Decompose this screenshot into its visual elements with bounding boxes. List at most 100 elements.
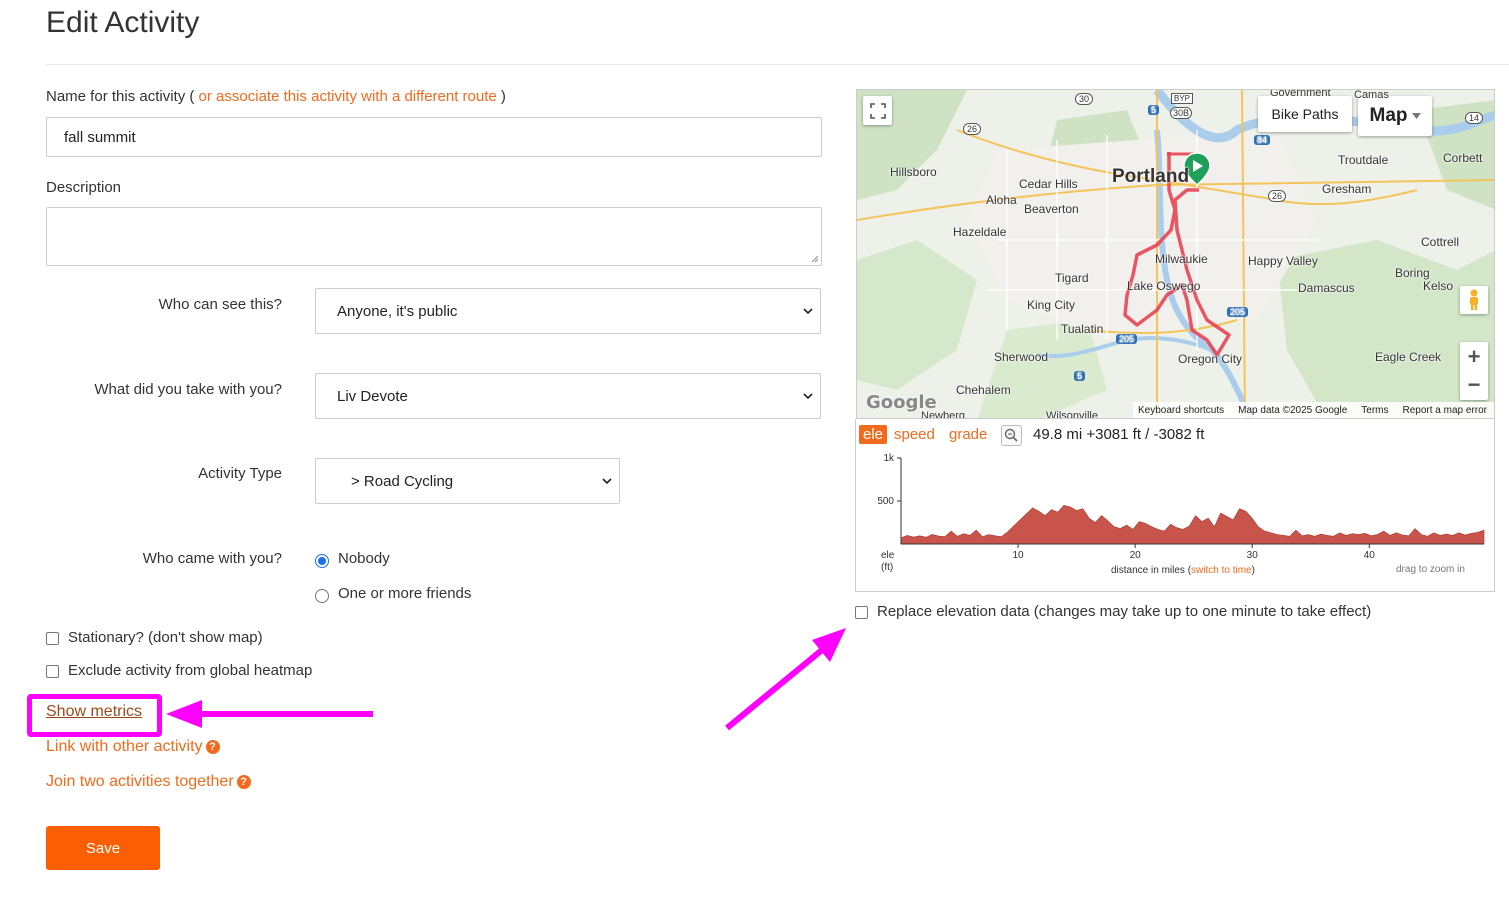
y-axis-label: ele bbox=[881, 550, 895, 561]
highway-shield-30b: 30B bbox=[1170, 107, 1193, 119]
map-data-credit: Map data ©2025 Google bbox=[1238, 404, 1348, 416]
map-label-troutdale: Troutdale bbox=[1338, 153, 1389, 167]
arrow-to-show-metrics bbox=[166, 700, 373, 728]
companions-label: Who came with you? bbox=[142, 550, 282, 567]
link-activity-link[interactable]: Link with other activity? bbox=[46, 738, 220, 756]
resize-handle-icon[interactable] bbox=[810, 254, 819, 263]
pegman-icon bbox=[1470, 289, 1478, 310]
y-tick-label: 500 bbox=[877, 496, 894, 507]
join-activities-link[interactable]: Join two activities together? bbox=[46, 773, 251, 791]
bike-paths-button[interactable]: Bike Paths bbox=[1258, 96, 1352, 132]
stationary-checkbox[interactable] bbox=[46, 632, 59, 645]
arrow-to-replace-elevation bbox=[725, 628, 846, 731]
highway-shield-byp: BYP bbox=[1171, 93, 1194, 104]
x-axis-label: distance in miles (switch to time) bbox=[1111, 565, 1255, 576]
tab-ele[interactable]: ele bbox=[859, 425, 888, 444]
stationary-label: Stationary? (don't show map) bbox=[68, 629, 263, 646]
visibility-select[interactable]: Anyone, it's public bbox=[315, 288, 821, 334]
map-label-hillsboro: Hillsboro bbox=[890, 165, 937, 179]
map-label-eagle-creek: Eagle Creek bbox=[1375, 350, 1442, 364]
show-metrics-link[interactable]: Show metrics bbox=[46, 703, 142, 721]
gear-select[interactable]: Liv Devote bbox=[315, 373, 821, 419]
highway-shield-14: 14 bbox=[1465, 112, 1484, 124]
dropdown-triangle-icon bbox=[1411, 113, 1421, 119]
zoom-reset-button[interactable] bbox=[1001, 425, 1022, 446]
map-label-aloha: Aloha bbox=[986, 193, 1017, 207]
map-label-cottrell: Cottrell bbox=[1421, 235, 1460, 249]
interstate-shield-84: 84 bbox=[1254, 135, 1271, 145]
map-label-gresham: Gresham bbox=[1322, 182, 1372, 196]
activity-type-label: Activity Type bbox=[198, 465, 282, 482]
map-label-tualatin: Tualatin bbox=[1061, 322, 1104, 336]
report-map-error-link[interactable]: Report a map error bbox=[1403, 405, 1487, 416]
companions-friends-radio[interactable] bbox=[315, 589, 329, 603]
tab-grade[interactable]: grade bbox=[949, 426, 987, 443]
exclude-heatmap-label: Exclude activity from global heatmap bbox=[68, 662, 313, 679]
chevron-down-icon bbox=[803, 308, 813, 315]
chevron-down-icon bbox=[803, 393, 813, 400]
map-label-wilsonville: Wilsonville bbox=[1046, 410, 1098, 419]
google-logo: Google bbox=[866, 392, 937, 413]
map-label-beaverton: Beaverton bbox=[1024, 202, 1079, 216]
help-icon[interactable]: ? bbox=[205, 740, 220, 754]
fullscreen-button[interactable] bbox=[863, 96, 892, 125]
map-label-cedar-hills: Cedar Hills bbox=[1019, 177, 1078, 191]
switch-to-time-link[interactable]: switch to time bbox=[1191, 565, 1252, 576]
map-label-hazeldale: Hazeldale bbox=[953, 225, 1007, 239]
map-label-sherwood: Sherwood bbox=[994, 350, 1049, 364]
map-label-camas: Camas bbox=[1354, 89, 1389, 101]
map-label-king-city: King City bbox=[1027, 298, 1076, 312]
interstate-shield-5: 5 bbox=[1148, 105, 1160, 115]
zoom-in-button[interactable]: + bbox=[1468, 345, 1481, 369]
description-label: Description bbox=[46, 179, 122, 196]
x-tick-label: 40 bbox=[1364, 550, 1376, 561]
exclude-heatmap-checkbox[interactable] bbox=[46, 665, 59, 678]
activity-type-select[interactable]: > Road Cycling bbox=[315, 458, 620, 504]
keyboard-shortcuts-link[interactable]: Keyboard shortcuts bbox=[1138, 405, 1224, 416]
interstate-shield-205-west: 205 bbox=[1116, 334, 1138, 344]
save-button[interactable]: Save bbox=[46, 826, 160, 870]
name-label: Name for this activity ( or associate th… bbox=[46, 88, 506, 105]
activity-name-input[interactable]: fall summit bbox=[46, 117, 822, 157]
map-label-oregon-city: Oregon City bbox=[1178, 352, 1243, 366]
description-textarea[interactable] bbox=[46, 207, 822, 266]
interstate-shield-5-south: 5 bbox=[1074, 371, 1086, 381]
y-tick-label: 1k bbox=[883, 453, 895, 464]
associate-route-link[interactable]: or associate this activity with a differ… bbox=[199, 88, 497, 105]
replace-elevation-label: Replace elevation data (changes may take… bbox=[877, 603, 1372, 620]
map-label-corbett: Corbett bbox=[1443, 151, 1483, 165]
map-label-happy-valley: Happy Valley bbox=[1248, 254, 1318, 268]
x-tick-label: 30 bbox=[1247, 550, 1259, 561]
elevation-profile-area bbox=[900, 504, 1485, 545]
terms-link[interactable]: Terms bbox=[1361, 405, 1388, 416]
map-label-boring: Boring bbox=[1395, 266, 1430, 280]
map-label-tigard: Tigard bbox=[1055, 271, 1089, 285]
street-view-pegman[interactable] bbox=[1460, 286, 1488, 314]
companions-nobody-radio[interactable] bbox=[315, 554, 329, 568]
help-icon[interactable]: ? bbox=[236, 775, 251, 789]
map-type-button[interactable]: Map bbox=[1358, 96, 1432, 136]
tab-speed[interactable]: speed bbox=[894, 426, 935, 443]
companions-friends-label: One or more friends bbox=[338, 585, 472, 602]
zoom-controls: + − bbox=[1460, 342, 1488, 400]
x-tick-label: 20 bbox=[1130, 550, 1142, 561]
magnifier-icon bbox=[1004, 428, 1018, 442]
route-map[interactable]: Bike Paths Map + − Portland Hillsboro Ce… bbox=[856, 89, 1495, 419]
map-label-chehalem: Chehalem bbox=[956, 383, 1011, 397]
map-label-kelso: Kelso bbox=[1423, 279, 1454, 293]
zoom-out-button[interactable]: − bbox=[1468, 373, 1481, 397]
chevron-down-icon bbox=[602, 478, 612, 485]
highway-shield-26: 26 bbox=[963, 123, 982, 135]
highway-shield-26-east: 26 bbox=[1268, 190, 1287, 202]
replace-elevation-checkbox[interactable] bbox=[855, 606, 868, 619]
page-title: Edit Activity bbox=[46, 6, 200, 39]
map-label-damascus: Damascus bbox=[1298, 281, 1355, 295]
fullscreen-icon bbox=[869, 102, 886, 119]
visibility-label: Who can see this? bbox=[158, 296, 282, 313]
map-label-government: Government bbox=[1270, 89, 1331, 99]
header-divider bbox=[46, 64, 1509, 65]
map-label-lake-oswego: Lake Oswego bbox=[1127, 279, 1201, 293]
companions-nobody-label: Nobody bbox=[338, 550, 390, 567]
elevation-panel: ele speed grade 49.8 mi +3081 ft / -3082… bbox=[855, 419, 1495, 592]
highway-shield-30: 30 bbox=[1075, 93, 1094, 105]
